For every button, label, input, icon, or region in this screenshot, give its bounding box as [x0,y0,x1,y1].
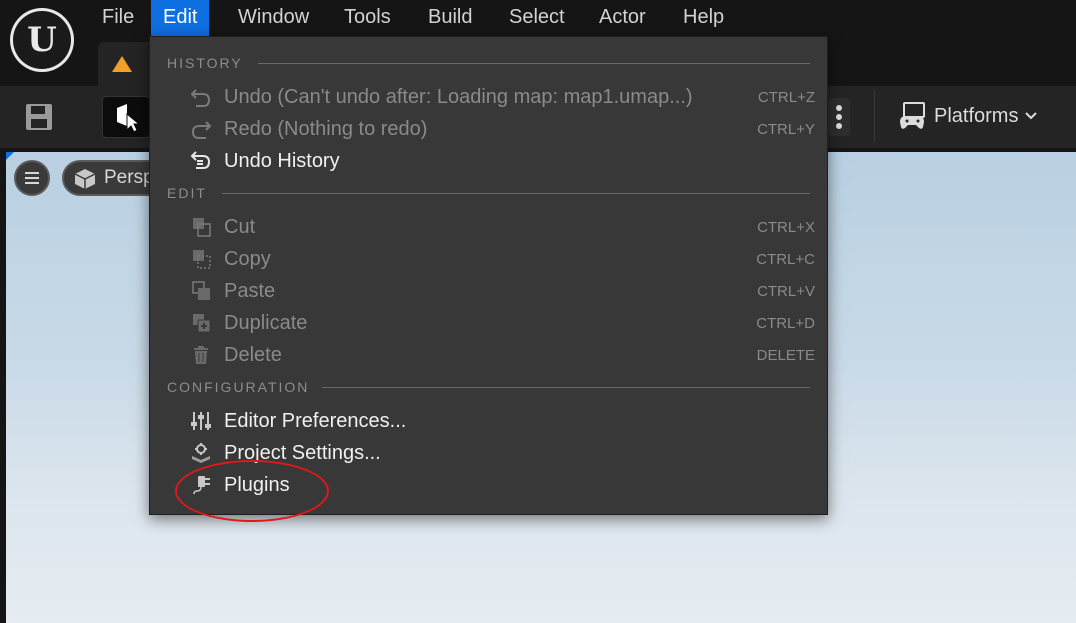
menu-item-label: Undo (Can't undo after: Loading map: map… [224,85,693,108]
save-icon [26,104,52,130]
menu-item-cut[interactable]: Cut CTRL+X [188,211,820,243]
select-mode-icon [117,104,141,132]
section-divider [222,193,810,194]
shortcut-label: CTRL+Z [757,88,815,106]
menu-item-label: Paste [224,279,276,302]
hamburger-line [25,177,39,179]
more-options-button[interactable] [828,98,850,136]
trash-icon [194,346,208,364]
section-divider [258,63,810,64]
plugins-highlight-annotation [175,460,329,522]
menu-select[interactable]: Select [497,0,577,36]
section-header-history: HISTORY [167,55,243,71]
menu-item-duplicate[interactable]: Duplicate CTRL+D [188,307,820,339]
menu-window[interactable]: Window [226,0,321,36]
menu-tools[interactable]: Tools [332,0,403,36]
hamburger-line [25,182,39,184]
sliders-icon [191,412,211,430]
save-button[interactable] [24,102,54,132]
menu-help[interactable]: Help [671,0,736,36]
menu-item-undo[interactable]: Undo (Can't undo after: Loading map: map… [188,81,820,113]
shortcut-label: DELETE [756,346,815,364]
dot-icon [836,123,842,129]
section-header-edit: EDIT [167,185,207,201]
menu-file[interactable]: File [90,0,146,36]
shortcut-label: CTRL+D [756,314,815,332]
section-divider [322,387,810,388]
menu-item-label: Duplicate [224,311,308,334]
menu-item-delete[interactable]: Delete DELETE [188,339,820,371]
platforms-button[interactable]: Platforms [898,100,1038,132]
menu-item-undo-history[interactable]: Undo History [188,145,820,177]
cut-icon [193,218,211,237]
gear-box-icon [192,443,210,463]
shortcut-label: CTRL+Y [757,120,815,138]
mode-select-button[interactable] [102,96,150,138]
shortcut-label: CTRL+C [756,250,815,268]
menu-item-label: Editor Preferences... [224,409,407,432]
gamepad-monitor-icon [900,102,925,129]
platforms-label: Platforms [934,104,1019,127]
menu-actor[interactable]: Actor [587,0,658,36]
warning-icon [112,56,132,72]
hamburger-line [25,172,39,174]
menu-item-label: Delete [224,343,282,366]
dot-icon [836,114,842,120]
redo-icon [191,121,212,139]
undo-history-icon [190,151,211,169]
menu-build[interactable]: Build [416,0,484,36]
menu-item-paste[interactable]: Paste CTRL+V [188,275,820,307]
menu-item-redo[interactable]: Redo (Nothing to redo) CTRL+Y [188,113,820,145]
unreal-logo-icon[interactable]: U [10,8,74,72]
toolbar-divider [874,90,875,142]
section-header-configuration: CONFIGURATION [167,379,310,395]
viewport-active-indicator [6,152,14,160]
copy-icon [193,250,211,269]
shortcut-label: CTRL+V [757,282,815,300]
menu-edit[interactable]: Edit [151,0,210,36]
menu-item-label: Copy [224,247,271,270]
menu-item-label: Redo (Nothing to redo) [224,117,428,140]
duplicate-icon [193,314,211,333]
viewport-options-button[interactable] [14,160,50,196]
chevron-down-icon [1025,112,1038,120]
cube-icon [74,169,96,189]
menu-item-copy[interactable]: Copy CTRL+C [188,243,820,275]
menu-item-label: Cut [224,215,256,238]
paste-icon [192,281,210,300]
shortcut-label: CTRL+X [757,218,815,236]
menu-item-editor-preferences[interactable]: Editor Preferences... [188,405,820,437]
dot-icon [836,105,842,111]
undo-icon [190,89,211,107]
menu-item-label: Undo History [224,149,340,172]
